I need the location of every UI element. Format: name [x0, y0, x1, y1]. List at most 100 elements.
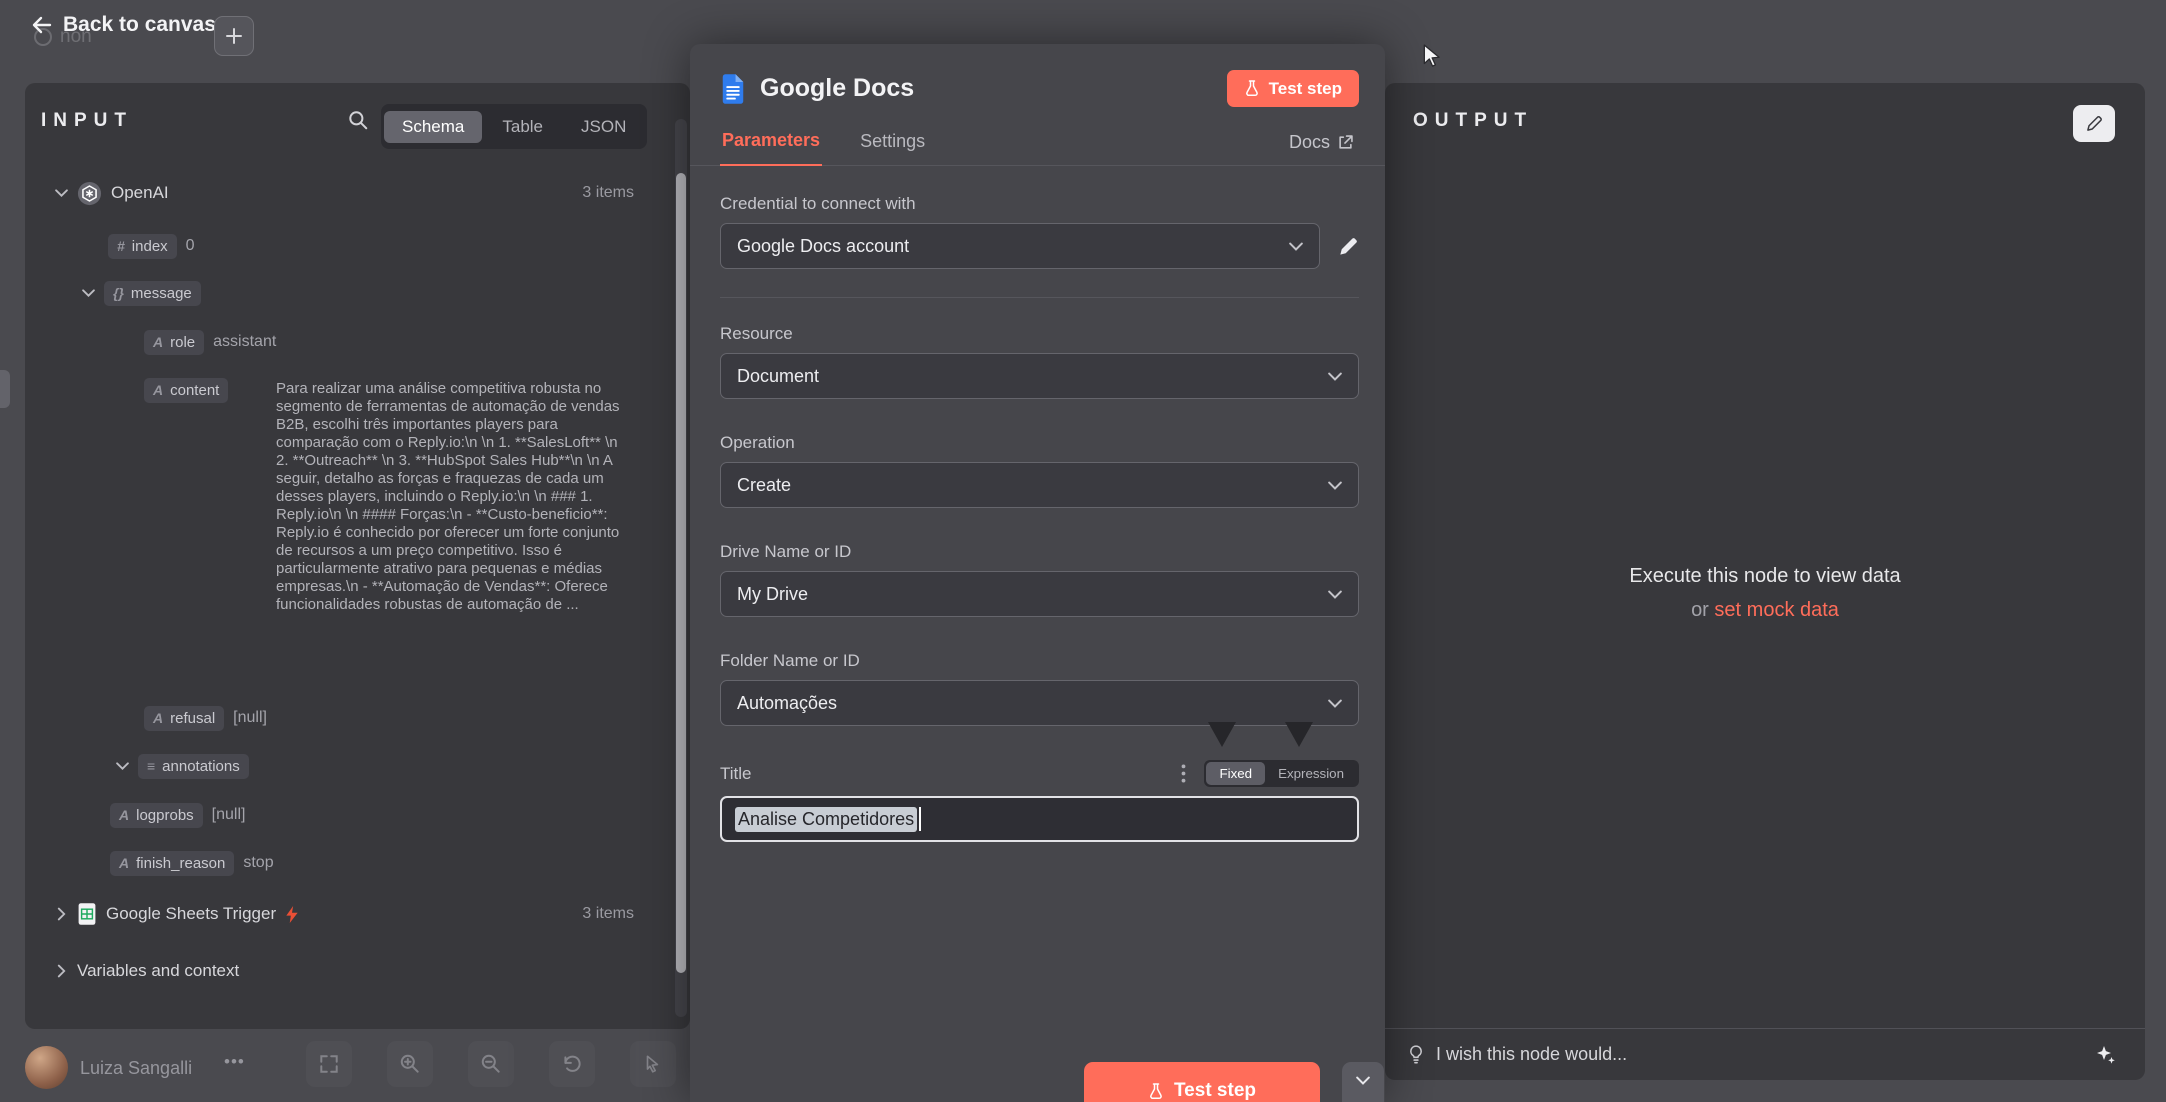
field-pill: Acontent — [144, 378, 228, 403]
node-tabs: Parameters Settings Docs — [690, 123, 1385, 166]
trigger-bolt-icon — [285, 906, 299, 923]
drive-section: Drive Name or ID My Drive — [720, 542, 1359, 617]
title-section: Title Fixed Expression Analise Competido… — [720, 760, 1359, 842]
pointer-tool-button[interactable] — [630, 1041, 676, 1087]
schema-node-message[interactable]: {}message — [25, 275, 634, 311]
schema-field-logprobs[interactable]: Alogprobs [null] — [25, 797, 634, 833]
user-menu-button[interactable]: ••• — [218, 1051, 251, 1073]
node-title: Google Docs — [760, 74, 914, 103]
zoom-out-icon — [480, 1053, 502, 1075]
zoom-in-icon — [399, 1053, 421, 1075]
field-key: message — [131, 285, 192, 302]
schema-node-sheets-trigger[interactable]: Google Sheets Trigger 3 items — [25, 896, 634, 932]
lightbulb-icon — [1407, 1045, 1425, 1064]
string-type-icon: A — [153, 710, 163, 726]
bottom-more-button[interactable] — [1342, 1062, 1384, 1102]
drive-label: Drive Name or ID — [720, 542, 1359, 562]
chevron-down-icon — [1328, 372, 1342, 381]
edit-output-button[interactable] — [2073, 105, 2115, 142]
add-node-button[interactable] — [214, 16, 254, 56]
back-to-canvas-button[interactable]: Back to canvas — [26, 12, 222, 38]
operation-label: Operation — [720, 433, 1359, 453]
field-value: assistant — [213, 333, 276, 351]
set-mock-data-link[interactable]: set mock data — [1714, 599, 1839, 621]
avatar[interactable] — [25, 1046, 68, 1089]
operation-select[interactable]: Create — [720, 462, 1359, 508]
external-link-icon — [1338, 135, 1353, 150]
fit-view-button[interactable] — [306, 1041, 352, 1087]
empty-state-text: Execute this node to view data — [1385, 565, 2145, 588]
scrollbar-thumb[interactable] — [676, 173, 686, 973]
tab-settings[interactable]: Settings — [858, 131, 927, 165]
wish-text[interactable]: I wish this node would... — [1436, 1044, 1627, 1065]
field-options-button[interactable] — [1175, 763, 1192, 784]
node-header: Google Docs Test step — [690, 44, 1385, 107]
toggle-fixed[interactable]: Fixed — [1206, 762, 1265, 785]
resource-section: Resource Document — [720, 324, 1359, 399]
field-value: [null] — [212, 806, 246, 824]
resource-select[interactable]: Document — [720, 353, 1359, 399]
panel-resize-handle[interactable] — [0, 370, 10, 408]
schema-field-index[interactable]: #index 0 — [25, 228, 634, 264]
chevron-down-icon — [82, 289, 95, 297]
plus-icon — [225, 27, 243, 45]
string-type-icon: A — [119, 807, 129, 823]
list-type-icon: ≡ — [147, 758, 155, 774]
zoom-in-button[interactable] — [387, 1041, 433, 1087]
credential-select[interactable]: Google Docs account — [720, 223, 1320, 269]
field-pill: ≡annotations — [138, 754, 249, 779]
variables-label: Variables and context — [77, 961, 239, 981]
folder-section: Folder Name or ID Automações — [720, 651, 1359, 726]
schema-field-refusal[interactable]: Arefusal [null] — [25, 700, 634, 736]
chevron-down-icon — [1356, 1076, 1370, 1085]
dropdown-artifact-triangle — [1285, 722, 1313, 747]
number-type-icon: # — [117, 238, 125, 254]
docs-link[interactable]: Docs — [1283, 131, 1359, 165]
string-type-icon: A — [153, 382, 163, 398]
chevron-down-icon — [55, 189, 68, 197]
drive-select[interactable]: My Drive — [720, 571, 1359, 617]
back-to-canvas-label: Back to canvas — [63, 13, 216, 37]
fixed-expression-toggle: Fixed Expression — [1204, 760, 1359, 787]
schema-node-label: OpenAI — [111, 183, 169, 203]
credential-value: Google Docs account — [737, 236, 909, 257]
flask-icon — [1148, 1083, 1164, 1100]
schema-field-role[interactable]: Arole assistant — [25, 324, 634, 360]
undo-button[interactable] — [549, 1041, 595, 1087]
credential-section: Credential to connect with Google Docs a… — [720, 194, 1359, 269]
fit-view-icon — [318, 1053, 340, 1075]
folder-select[interactable]: Automações — [720, 680, 1359, 726]
toggle-expression[interactable]: Expression — [1265, 762, 1357, 785]
variables-and-context-row[interactable]: Variables and context — [25, 953, 634, 989]
schema-node-annotations[interactable]: ≡annotations — [25, 748, 634, 784]
node-settings-panel: Google Docs Test step Parameters Setting… — [690, 44, 1385, 1102]
dropdown-artifact-triangle — [1208, 722, 1236, 747]
undo-icon — [561, 1053, 583, 1075]
schema-field-finish-reason[interactable]: Afinish_reason stop — [25, 845, 634, 881]
credential-label: Credential to connect with — [720, 194, 1359, 214]
chevron-right-icon — [58, 965, 66, 978]
output-panel: OUTPUT Execute this node to view data or… — [1385, 83, 2145, 1080]
field-key: refusal — [170, 710, 215, 727]
title-input[interactable]: Analise Competidores — [720, 796, 1359, 842]
input-panel: INPUT Schema Table JSON OpenAI 3 items #… — [25, 83, 690, 1029]
schema-node-label: Google Sheets Trigger — [106, 904, 276, 924]
mouse-cursor — [1422, 44, 1444, 70]
schema-node-openai[interactable]: OpenAI 3 items — [25, 175, 634, 211]
tab-parameters[interactable]: Parameters — [720, 130, 822, 166]
chevron-right-icon — [58, 908, 66, 921]
bottom-test-step-button[interactable]: Test step — [1084, 1062, 1320, 1102]
string-type-icon: A — [153, 334, 163, 350]
chevron-down-icon — [116, 762, 129, 770]
field-pill: Arole — [144, 330, 204, 355]
pointer-icon — [642, 1053, 664, 1075]
google-sheets-icon — [77, 902, 97, 926]
chevron-down-icon — [1328, 590, 1342, 599]
edit-credential-button[interactable] — [1338, 236, 1359, 257]
ai-assistant-button[interactable] — [2087, 1042, 2123, 1068]
kebab-icon — [1181, 764, 1186, 783]
flask-icon — [1244, 80, 1260, 97]
test-step-button[interactable]: Test step — [1227, 70, 1359, 107]
field-key: role — [170, 334, 195, 351]
zoom-out-button[interactable] — [468, 1041, 514, 1087]
